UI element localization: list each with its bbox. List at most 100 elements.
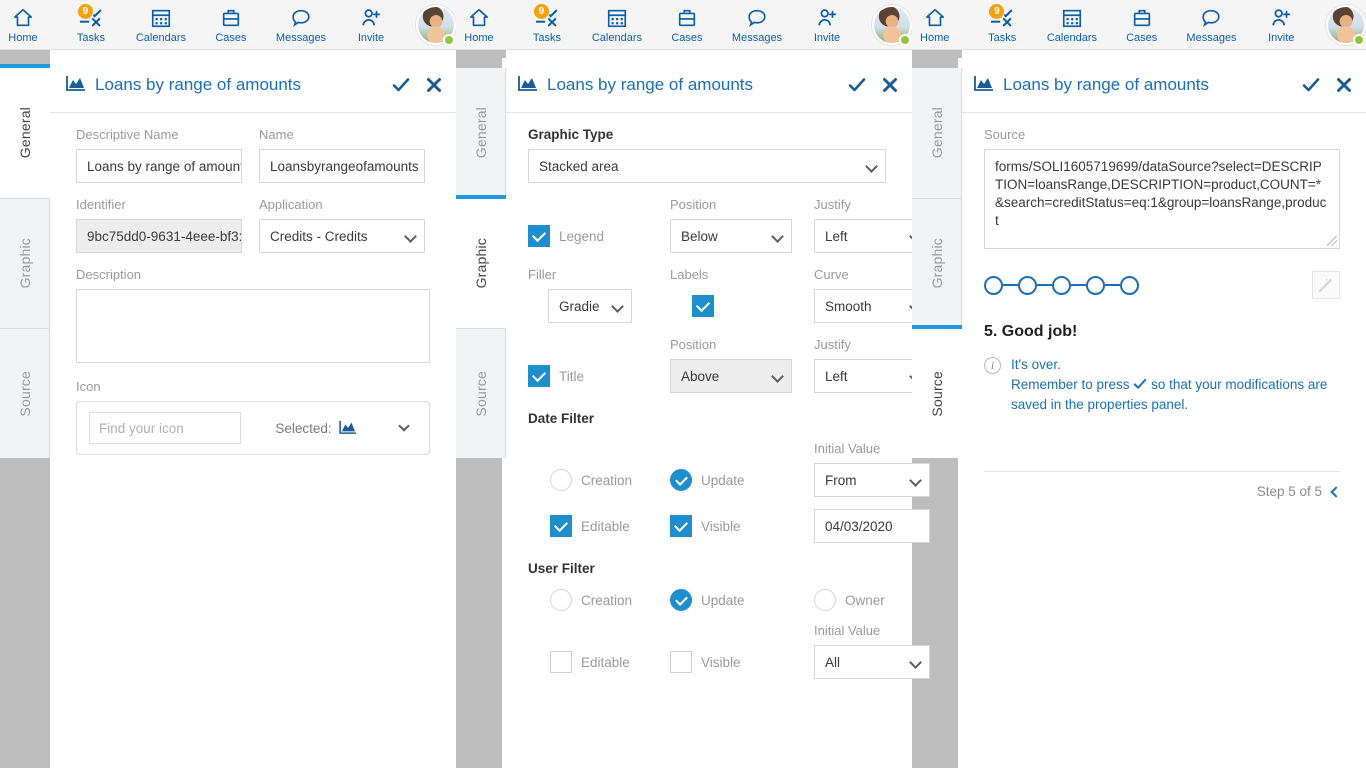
wizard-info-body-pre: Remember to press — [1011, 377, 1130, 392]
tab-label: Graphic — [17, 238, 33, 288]
icon-dropdown-button[interactable] — [391, 426, 417, 430]
toolbar-item-cases[interactable]: Cases — [208, 5, 254, 44]
toolbar-item-label: Calendars — [1047, 32, 1097, 44]
message-bubble-icon — [1200, 5, 1222, 29]
legend-label: Legend — [559, 229, 604, 244]
toolbar-item-calendars[interactable]: Calendars — [1047, 5, 1097, 44]
toolbar-item-invite[interactable]: Invite — [804, 5, 850, 44]
toolbar-item-tasks[interactable]: 9 Tasks — [68, 5, 114, 44]
source-value: forms/SOLI1605719699/dataSource?select=D… — [995, 159, 1326, 228]
description-textarea[interactable] — [76, 289, 430, 363]
user-initial-value-select[interactable]: All — [814, 645, 930, 679]
legend-checkbox[interactable] — [528, 225, 550, 247]
magic-wand-icon[interactable] — [1312, 271, 1340, 299]
accept-button[interactable] — [1302, 77, 1320, 93]
step-dot-1[interactable] — [984, 276, 1003, 295]
date-update-radio[interactable] — [670, 469, 692, 491]
legend-position-select[interactable]: Below — [670, 219, 792, 253]
user-editable-group: Editable — [550, 645, 648, 679]
briefcase-icon — [676, 5, 698, 29]
toolbar-item-home[interactable]: Home — [912, 5, 957, 44]
tab-graphic[interactable]: Graphic — [912, 198, 962, 328]
tab-general[interactable]: General — [0, 68, 50, 198]
title-row: Position Justify — [528, 337, 886, 359]
tab-graphic[interactable]: Graphic — [456, 198, 506, 328]
identifier-input: 9bc75dd0-9631-4eee-bf3: — [76, 219, 242, 253]
date-visible-checkbox[interactable] — [670, 515, 692, 537]
toolbar-item-messages[interactable]: Messages — [732, 5, 782, 44]
labels-checkbox[interactable] — [692, 295, 714, 317]
legend-controls: Legend Below Left — [528, 219, 886, 253]
toolbar-item-invite[interactable]: Invite — [348, 5, 394, 44]
user-creation-radio[interactable] — [550, 589, 572, 611]
user-initial-value-label: Initial Value — [814, 623, 930, 639]
source-textarea[interactable]: forms/SOLI1605719699/dataSource?select=D… — [984, 149, 1340, 249]
user-owner-group: Owner — [814, 589, 930, 611]
icon-search-input[interactable]: Find your icon — [89, 412, 241, 444]
close-button[interactable] — [1336, 77, 1352, 93]
date-editable-group: Editable — [550, 509, 648, 543]
status-badge — [1353, 34, 1365, 46]
user-owner-radio[interactable] — [814, 589, 836, 611]
descriptive-name-input[interactable]: Loans by range of amount — [76, 149, 242, 183]
toolbar-item-home[interactable]: Home — [0, 5, 46, 44]
panel-general-body: Descriptive Name Loans by range of amoun… — [50, 113, 456, 455]
toolbar-item-calendars[interactable]: Calendars — [592, 5, 642, 44]
application-select[interactable]: Credits - Credits — [259, 219, 425, 253]
user-visible-checkbox[interactable] — [670, 651, 692, 673]
title-checkbox[interactable] — [528, 365, 550, 387]
toolbar-item-calendars[interactable]: Calendars — [136, 5, 186, 44]
tab-graphic[interactable]: Graphic — [0, 198, 50, 328]
avatar[interactable] — [416, 2, 456, 48]
invite-user-icon — [816, 5, 838, 29]
filler-label: Filler — [528, 267, 648, 283]
step-dot-4[interactable] — [1086, 276, 1105, 295]
status-badge — [443, 34, 455, 46]
date-value-input[interactable]: 04/03/2020 — [814, 509, 930, 543]
step-dot-3[interactable] — [1052, 276, 1071, 295]
icon-picker: Find your icon Selected: — [76, 401, 430, 455]
tab-source[interactable]: Source — [912, 328, 962, 458]
panel-title: Loans by range of amounts — [974, 75, 1302, 96]
toolbar-item-messages[interactable]: Messages — [276, 5, 326, 44]
avatar[interactable] — [1326, 2, 1366, 48]
toolbar-item-cases[interactable]: Cases — [1119, 5, 1164, 44]
user-editable-checkbox[interactable] — [550, 651, 572, 673]
date-editable-checkbox[interactable] — [550, 515, 572, 537]
graphic-type-select[interactable]: Stacked area — [528, 149, 886, 183]
toolbar-item-cases[interactable]: Cases — [664, 5, 710, 44]
step-dot-5[interactable] — [1120, 276, 1139, 295]
user-filter-row-1: Creation Update Owner — [528, 589, 886, 611]
avatar[interactable] — [872, 2, 912, 48]
resize-handle-icon[interactable] — [1327, 236, 1337, 246]
accept-button[interactable] — [848, 77, 866, 93]
tab-source[interactable]: Source — [456, 328, 506, 458]
close-button[interactable] — [882, 77, 898, 93]
date-creation-radio[interactable] — [550, 469, 572, 491]
toolbar-item-invite[interactable]: Invite — [1259, 5, 1304, 44]
date-initial-value-select[interactable]: From — [814, 463, 930, 497]
date-update-label: Update — [701, 473, 745, 488]
chevron-left-icon[interactable] — [1330, 486, 1341, 497]
date-visible-group: Visible — [670, 509, 792, 543]
labels-checkbox-group — [692, 289, 792, 323]
close-button[interactable] — [426, 77, 442, 93]
toolbar-item-label: Tasks — [533, 32, 561, 44]
application-label: Application — [259, 197, 425, 213]
tab-general[interactable]: General — [456, 68, 506, 198]
name-input[interactable]: Loansbyrangeofamounts — [259, 149, 425, 183]
tab-source[interactable]: Source — [0, 328, 50, 458]
user-update-radio[interactable] — [670, 589, 692, 611]
toolbar-item-label: Cases — [1126, 32, 1157, 44]
accept-button[interactable] — [392, 77, 410, 93]
toolbar-item-tasks[interactable]: 9 Tasks — [979, 5, 1024, 44]
tab-general[interactable]: General — [912, 68, 962, 198]
toolbar-item-tasks[interactable]: 9 Tasks — [524, 5, 570, 44]
wizard-step-counter-row: Step 5 of 5 — [984, 484, 1340, 499]
step-dot-2[interactable] — [1018, 276, 1037, 295]
toolbar-item-messages[interactable]: Messages — [1186, 5, 1236, 44]
toolbar-item-home[interactable]: Home — [456, 5, 502, 44]
wizard-info: i It's over. Remember to press so that y… — [984, 355, 1340, 415]
date-filter-row-2: Editable Visible 04/03/2020 — [528, 509, 886, 543]
filler-select[interactable]: Gradie — [548, 289, 632, 323]
